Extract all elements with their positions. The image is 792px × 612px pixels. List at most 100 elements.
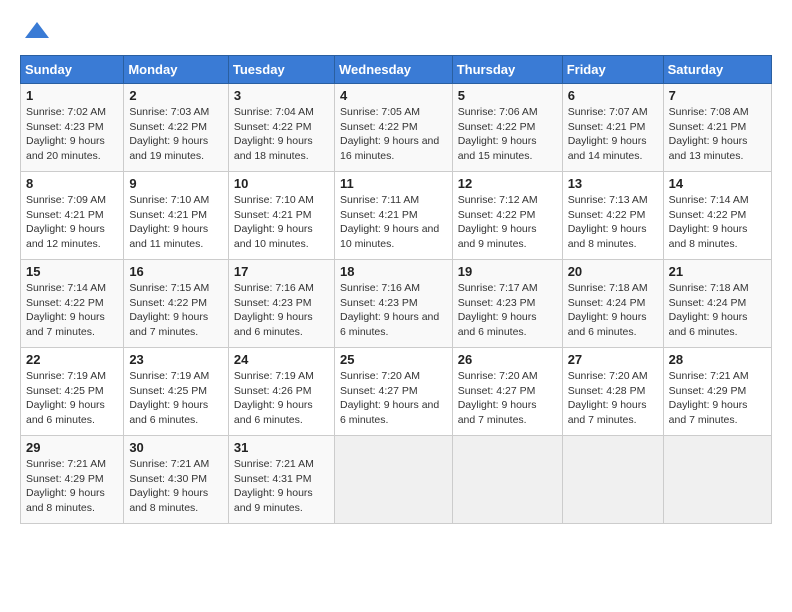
day-info: Sunrise: 7:07 AMSunset: 4:21 PMDaylight:… [568,105,658,164]
day-info: Sunrise: 7:06 AMSunset: 4:22 PMDaylight:… [458,105,557,164]
day-info: Sunrise: 7:10 AMSunset: 4:21 PMDaylight:… [234,193,329,252]
day-number: 1 [26,88,118,103]
header [20,10,772,51]
day-cell: 28 Sunrise: 7:21 AMSunset: 4:29 PMDayligh… [663,348,771,436]
logo-icon [23,18,51,46]
day-number: 27 [568,352,658,367]
day-number: 3 [234,88,329,103]
day-info: Sunrise: 7:18 AMSunset: 4:24 PMDaylight:… [669,281,766,340]
col-header-thursday: Thursday [452,56,562,84]
day-info: Sunrise: 7:14 AMSunset: 4:22 PMDaylight:… [669,193,766,252]
day-cell: 24 Sunrise: 7:19 AMSunset: 4:26 PMDayligh… [228,348,334,436]
day-cell [334,436,452,524]
day-number: 2 [129,88,223,103]
day-number: 31 [234,440,329,455]
day-cell: 1Sunrise: 7:02 AMSunset: 4:23 PMDaylight… [21,84,124,172]
day-info: Sunrise: 7:21 AMSunset: 4:30 PMDaylight:… [129,457,223,516]
day-info: Sunrise: 7:16 AMSunset: 4:23 PMDaylight:… [340,281,447,340]
day-number: 11 [340,176,447,191]
day-number: 9 [129,176,223,191]
day-info: Sunrise: 7:20 AMSunset: 4:27 PMDaylight:… [340,369,447,428]
day-cell: 4 Sunrise: 7:05 AMSunset: 4:22 PMDaylight… [334,84,452,172]
day-cell: 2 Sunrise: 7:03 AMSunset: 4:22 PMDaylight… [124,84,229,172]
day-number: 5 [458,88,557,103]
day-info: Sunrise: 7:18 AMSunset: 4:24 PMDaylight:… [568,281,658,340]
day-number: 25 [340,352,447,367]
day-number: 13 [568,176,658,191]
day-cell: 30Sunrise: 7:21 AMSunset: 4:30 PMDayligh… [124,436,229,524]
day-cell [562,436,663,524]
day-cell: 16Sunrise: 7:15 AMSunset: 4:22 PMDayligh… [124,260,229,348]
day-cell: 14 Sunrise: 7:14 AMSunset: 4:22 PMDayligh… [663,172,771,260]
day-cell: 23 Sunrise: 7:19 AMSunset: 4:25 PMDayligh… [124,348,229,436]
col-header-monday: Monday [124,56,229,84]
day-number: 24 [234,352,329,367]
day-cell [452,436,562,524]
day-cell: 20 Sunrise: 7:18 AMSunset: 4:24 PMDayligh… [562,260,663,348]
day-cell: 8 Sunrise: 7:09 AMSunset: 4:21 PMDaylight… [21,172,124,260]
day-cell: 17 Sunrise: 7:16 AMSunset: 4:23 PMDayligh… [228,260,334,348]
day-info: Sunrise: 7:08 AMSunset: 4:21 PMDaylight:… [669,105,766,164]
day-cell: 31 Sunrise: 7:21 AMSunset: 4:31 PMDayligh… [228,436,334,524]
day-cell: 6 Sunrise: 7:07 AMSunset: 4:21 PMDaylight… [562,84,663,172]
week-row-2: 8 Sunrise: 7:09 AMSunset: 4:21 PMDaylight… [21,172,772,260]
day-info: Sunrise: 7:21 AMSunset: 4:31 PMDaylight:… [234,457,329,516]
calendar-table: SundayMondayTuesdayWednesdayThursdayFrid… [20,55,772,524]
col-header-wednesday: Wednesday [334,56,452,84]
day-cell: 29 Sunrise: 7:21 AMSunset: 4:29 PMDayligh… [21,436,124,524]
day-info: Sunrise: 7:03 AMSunset: 4:22 PMDaylight:… [129,105,223,164]
day-info: Sunrise: 7:09 AMSunset: 4:21 PMDaylight:… [26,193,118,252]
day-number: 6 [568,88,658,103]
day-number: 23 [129,352,223,367]
day-info: Sunrise: 7:04 AMSunset: 4:22 PMDaylight:… [234,105,329,164]
day-number: 19 [458,264,557,279]
day-number: 8 [26,176,118,191]
day-number: 10 [234,176,329,191]
week-row-3: 15 Sunrise: 7:14 AMSunset: 4:22 PMDayligh… [21,260,772,348]
day-cell: 11Sunrise: 7:11 AMSunset: 4:21 PMDayligh… [334,172,452,260]
day-cell: 25 Sunrise: 7:20 AMSunset: 4:27 PMDayligh… [334,348,452,436]
day-info: Sunrise: 7:20 AMSunset: 4:27 PMDaylight:… [458,369,557,428]
day-number: 14 [669,176,766,191]
day-info: Sunrise: 7:19 AMSunset: 4:25 PMDaylight:… [129,369,223,428]
day-info: Sunrise: 7:12 AMSunset: 4:22 PMDaylight:… [458,193,557,252]
day-cell: 12Sunrise: 7:12 AMSunset: 4:22 PMDayligh… [452,172,562,260]
day-cell: 21 Sunrise: 7:18 AMSunset: 4:24 PMDayligh… [663,260,771,348]
day-cell: 27 Sunrise: 7:20 AMSunset: 4:28 PMDayligh… [562,348,663,436]
day-cell: 9 Sunrise: 7:10 AMSunset: 4:21 PMDaylight… [124,172,229,260]
day-info: Sunrise: 7:13 AMSunset: 4:22 PMDaylight:… [568,193,658,252]
day-cell: 26 Sunrise: 7:20 AMSunset: 4:27 PMDayligh… [452,348,562,436]
header-row: SundayMondayTuesdayWednesdayThursdayFrid… [21,56,772,84]
day-number: 21 [669,264,766,279]
day-info: Sunrise: 7:16 AMSunset: 4:23 PMDaylight:… [234,281,329,340]
day-cell: 10 Sunrise: 7:10 AMSunset: 4:21 PMDayligh… [228,172,334,260]
day-cell: 5 Sunrise: 7:06 AMSunset: 4:22 PMDaylight… [452,84,562,172]
week-row-1: 1Sunrise: 7:02 AMSunset: 4:23 PMDaylight… [21,84,772,172]
day-number: 4 [340,88,447,103]
day-info: Sunrise: 7:05 AMSunset: 4:22 PMDaylight:… [340,105,447,164]
day-number: 29 [26,440,118,455]
col-header-saturday: Saturday [663,56,771,84]
day-number: 28 [669,352,766,367]
day-cell: 7 Sunrise: 7:08 AMSunset: 4:21 PMDaylight… [663,84,771,172]
day-info: Sunrise: 7:10 AMSunset: 4:21 PMDaylight:… [129,193,223,252]
day-info: Sunrise: 7:17 AMSunset: 4:23 PMDaylight:… [458,281,557,340]
week-row-5: 29 Sunrise: 7:21 AMSunset: 4:29 PMDayligh… [21,436,772,524]
logo [20,18,51,51]
day-info: Sunrise: 7:21 AMSunset: 4:29 PMDaylight:… [26,457,118,516]
day-info: Sunrise: 7:19 AMSunset: 4:26 PMDaylight:… [234,369,329,428]
day-cell: 19 Sunrise: 7:17 AMSunset: 4:23 PMDayligh… [452,260,562,348]
day-number: 20 [568,264,658,279]
day-number: 26 [458,352,557,367]
day-cell: 15 Sunrise: 7:14 AMSunset: 4:22 PMDayligh… [21,260,124,348]
col-header-tuesday: Tuesday [228,56,334,84]
day-info: Sunrise: 7:20 AMSunset: 4:28 PMDaylight:… [568,369,658,428]
day-number: 15 [26,264,118,279]
day-info: Sunrise: 7:21 AMSunset: 4:29 PMDaylight:… [669,369,766,428]
day-info: Sunrise: 7:14 AMSunset: 4:22 PMDaylight:… [26,281,118,340]
day-number: 7 [669,88,766,103]
week-row-4: 22Sunrise: 7:19 AMSunset: 4:25 PMDayligh… [21,348,772,436]
day-cell: 18Sunrise: 7:16 AMSunset: 4:23 PMDayligh… [334,260,452,348]
day-number: 17 [234,264,329,279]
day-cell: 22Sunrise: 7:19 AMSunset: 4:25 PMDayligh… [21,348,124,436]
